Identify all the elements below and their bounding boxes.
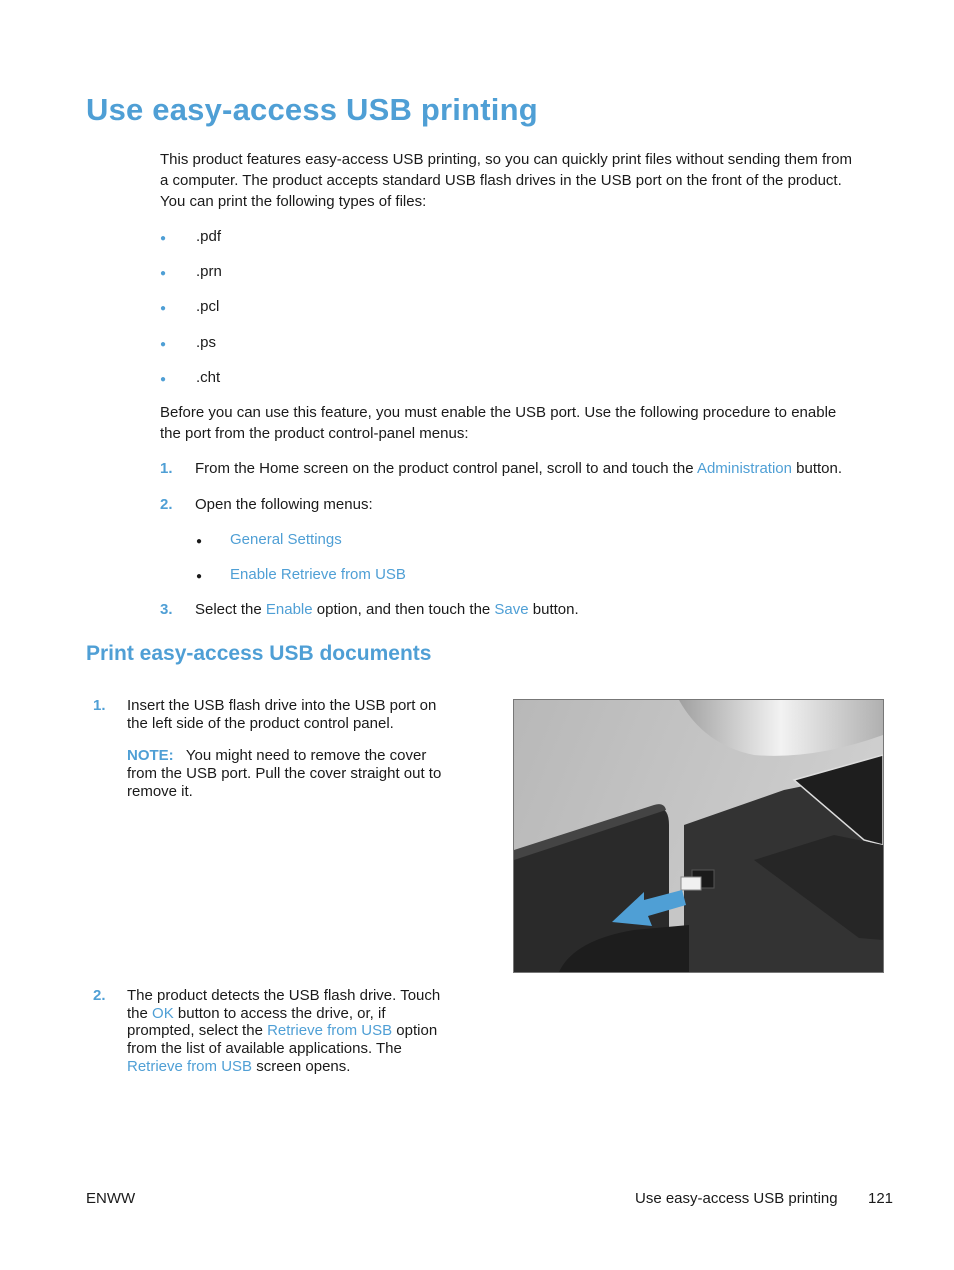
save-link[interactable]: Save — [494, 601, 528, 618]
intro-paragraph: This product features easy-access USB pr… — [160, 149, 852, 212]
list-item: ● .pdf — [160, 226, 221, 249]
menu-item: ● General Settings — [196, 529, 342, 552]
usb-port-illustration — [513, 699, 884, 973]
line: the OK button to access the drive, or, i… — [127, 1005, 440, 1023]
enable-retrieve-from-usb-link[interactable]: Enable Retrieve from USB — [230, 564, 406, 585]
bullet-icon: ● — [160, 268, 167, 279]
printer-illustration — [514, 700, 883, 972]
bullet-icon: ● — [160, 374, 167, 385]
text: Select the — [195, 601, 266, 618]
menu-item: ● Enable Retrieve from USB — [196, 564, 406, 587]
list-item: ● .prn — [160, 261, 222, 284]
step-number: 1. — [93, 697, 106, 714]
administration-link[interactable]: Administration — [697, 460, 792, 477]
line: The product detects the USB flash drive.… — [127, 987, 441, 1004]
step-text: Select the Enable option, and then touch… — [195, 599, 579, 620]
step-text: From the Home screen on the product cont… — [195, 458, 842, 479]
list-item: ● .ps — [160, 332, 216, 355]
line: Insert the USB flash drive into the USB … — [127, 697, 437, 714]
step-text: Insert the USB flash drive into the USB … — [127, 697, 441, 801]
bullet-icon: ● — [160, 339, 167, 350]
step-text: Open the following menus: — [195, 496, 373, 513]
text: option — [392, 1022, 438, 1040]
footer-section: Use easy-access USB printing — [635, 1190, 838, 1207]
ok-link[interactable]: OK — [152, 1005, 174, 1022]
line: You might need to remove the cover — [185, 747, 427, 764]
general-settings-link[interactable]: General Settings — [230, 529, 342, 550]
section-heading: Print easy-access USB documents — [86, 642, 432, 665]
list-item-text: .ps — [196, 334, 217, 351]
usb-cover — [680, 876, 702, 891]
text: prompted, select the — [127, 1022, 268, 1040]
enable-paragraph: Before you can use this feature, you mus… — [160, 402, 836, 444]
step-text: The product detects the USB flash drive.… — [127, 987, 440, 1076]
line: from the list of available applications.… — [127, 1040, 402, 1058]
list-item-text: .pdf — [196, 228, 222, 245]
step-1: 1. From the Home screen on the product c… — [160, 458, 900, 479]
text: option, and then touch the — [312, 601, 495, 618]
note-label: NOTE: — [127, 747, 174, 764]
intro-line: This product features easy-access USB pr… — [160, 151, 852, 168]
text: button to access the drive, or, if — [173, 1004, 386, 1022]
list-item: ● .cht — [160, 367, 220, 390]
bullet-icon: ● — [160, 233, 167, 244]
footer-left: ENWW — [86, 1190, 136, 1207]
para-line: Before you can use this feature, you mus… — [160, 404, 837, 421]
bullet-icon: ● — [196, 536, 203, 547]
text: the — [127, 1004, 153, 1022]
intro-line: You can print the following types of fil… — [160, 193, 427, 210]
line: the left side of the product control pan… — [127, 715, 394, 732]
line: remove it. — [127, 783, 193, 800]
step-number: 1. — [160, 460, 173, 477]
retrieve-from-usb-link[interactable]: Retrieve from USB — [267, 1022, 392, 1039]
text: button. — [792, 460, 843, 477]
enable-link[interactable]: Enable — [266, 601, 313, 618]
text: screen opens. — [252, 1057, 351, 1075]
bullet-icon: ● — [196, 571, 203, 582]
line: prompted, select the Retrieve from USB o… — [127, 1022, 440, 1040]
para-line: the port from the product control-panel … — [160, 425, 469, 442]
text: From the Home screen on the product cont… — [195, 460, 697, 477]
line: Retrieve from USB screen opens. — [127, 1058, 440, 1076]
text: button. — [528, 601, 579, 618]
list-item-text: .cht — [196, 369, 221, 386]
usb-step-1: 1. Insert the USB flash drive into the U… — [93, 697, 441, 800]
step-number: 2. — [93, 987, 106, 1004]
bullet-icon: ● — [160, 303, 167, 314]
line: from the USB port. Pull the cover straig… — [127, 765, 442, 782]
list-item-text: .prn — [196, 263, 222, 280]
list-item: ● .pcl — [160, 296, 219, 319]
intro-line: a computer. The product accepts standard… — [160, 172, 842, 189]
step-3: 3. Select the Enable option, and then to… — [160, 599, 579, 620]
page-number: 121 — [868, 1190, 894, 1207]
step-number: 2. — [160, 496, 173, 513]
page-title: Use easy-access USB printing — [86, 92, 538, 127]
step-2: 2. Open the following menus: — [160, 494, 373, 515]
list-item-text: .pcl — [196, 298, 220, 315]
retrieve-from-usb-screen-link[interactable]: Retrieve from USB — [127, 1058, 252, 1075]
step-number: 3. — [160, 601, 173, 618]
note: NOTE: You might need to remove the cover — [127, 747, 441, 765]
usb-step-2: 2. The product detects the USB flash dri… — [93, 987, 440, 1075]
